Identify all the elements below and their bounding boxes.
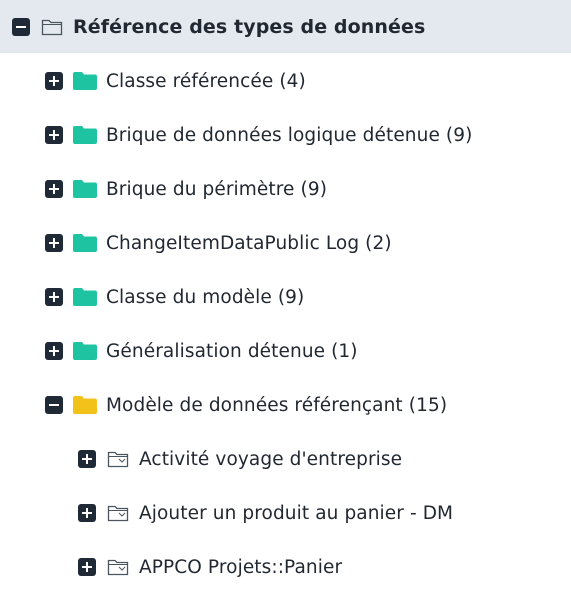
tree-root-label: Référence des types de données [73,15,426,38]
expand-toggle-icon[interactable] [45,72,63,90]
tree-node-label: APPCO Projets::Panier [139,556,343,578]
tree-node-activite-voyage[interactable]: Activité voyage d'entreprise [0,432,571,486]
tree-node-label: Ajouter un produit au panier - DM [139,502,454,524]
tree-node-label: Brique du périmètre (9) [106,178,328,200]
expand-toggle-icon[interactable] [45,234,63,252]
expand-toggle-icon[interactable] [78,558,96,576]
tree-node-label: Brique de données logique détenue (9) [106,124,473,146]
tree-node-label: Généralisation détenue (1) [106,340,358,362]
expand-toggle-icon[interactable] [45,342,63,360]
expand-toggle-icon[interactable] [78,504,96,522]
folder-teal-icon [73,234,97,252]
expand-toggle-icon[interactable] [45,180,63,198]
tree-node-ajouter-produit[interactable]: Ajouter un produit au panier - DM [0,486,571,540]
tree-node-changeitem-log[interactable]: ChangeItemDataPublic Log (2) [0,216,571,270]
folder-outline-icon [41,18,63,36]
folder-teal-icon [73,72,97,90]
tree-node-label: ChangeItemDataPublic Log (2) [106,232,392,254]
collapse-toggle-icon[interactable] [12,17,30,36]
folder-yellow-icon [73,396,97,414]
folder-teal-icon [73,342,97,360]
expand-toggle-icon[interactable] [45,126,63,144]
tree-node-appco-panier[interactable]: APPCO Projets::Panier [0,540,571,594]
tree-root-node[interactable]: Référence des types de données [0,0,571,53]
data-model-icon [107,450,129,468]
folder-teal-icon [73,180,97,198]
tree-node-label: Activité voyage d'entreprise [139,448,403,470]
tree-node-classe-modele[interactable]: Classe du modèle (9) [0,270,571,324]
tree-node-label: Classe référencée (4) [106,70,306,92]
tree-node-brique-donnees-logique[interactable]: Brique de données logique détenue (9) [0,108,571,162]
tree-node-label: Modèle de données référençant (15) [106,394,448,416]
tree-node-modele-donnees-referencant[interactable]: Modèle de données référençant (15) [0,378,571,432]
tree-node-generalisation[interactable]: Généralisation détenue (1) [0,324,571,378]
expand-toggle-icon[interactable] [78,450,96,468]
tree-view: Référence des types de données Classe ré… [0,0,571,607]
folder-teal-icon [73,288,97,306]
tree-node-classe-referencee[interactable]: Classe référencée (4) [0,54,571,108]
data-model-icon [107,558,129,576]
expand-toggle-icon[interactable] [45,288,63,306]
tree-node-label: Classe du modèle (9) [106,286,305,308]
collapse-toggle-icon[interactable] [45,396,63,414]
tree-node-brique-perimetre[interactable]: Brique du périmètre (9) [0,162,571,216]
folder-teal-icon [73,126,97,144]
data-model-icon [107,504,129,522]
